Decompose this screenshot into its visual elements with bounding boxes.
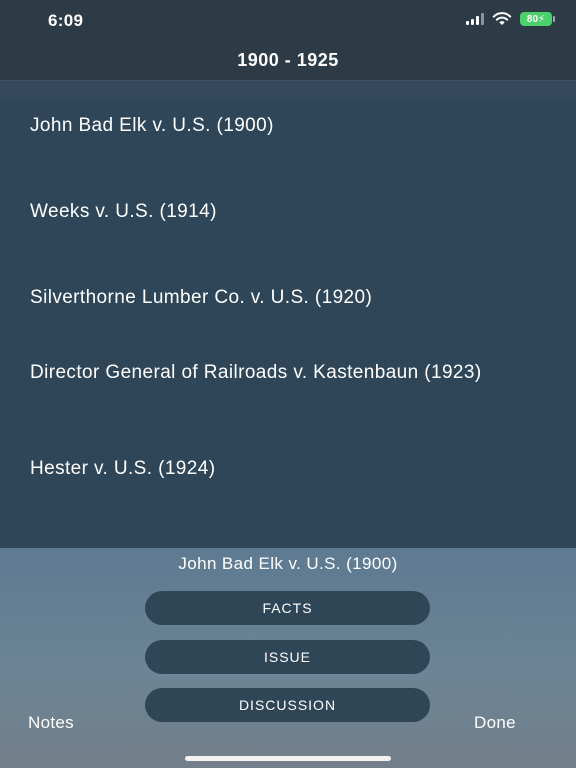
- list-item-case[interactable]: Silverthorne Lumber Co. v. U.S. (1920): [30, 288, 540, 308]
- status-bar: 6:09 80 ⚡: [0, 0, 576, 44]
- case-list-area: John Bad Elk v. U.S. (1900) Weeks v. U.S…: [0, 81, 576, 548]
- status-icons: 80 ⚡: [466, 12, 555, 26]
- status-time: 6:09: [48, 11, 84, 30]
- issue-button[interactable]: ISSUE: [145, 640, 430, 674]
- cellular-signal-icon: [466, 13, 484, 25]
- battery-charging-icon: 80 ⚡: [520, 12, 555, 26]
- wifi-icon: [492, 12, 512, 25]
- battery-level: 80: [526, 13, 539, 25]
- facts-button[interactable]: FACTS: [145, 591, 430, 625]
- list-item-case[interactable]: Director General of Railroads v. Kastenb…: [30, 363, 540, 383]
- page-title: 1900 - 1925: [237, 50, 339, 70]
- navigation-bar: 1900 - 1925: [0, 44, 576, 81]
- done-button[interactable]: Done: [474, 713, 516, 733]
- case-detail-panel: John Bad Elk v. U.S. (1900) FACTS ISSUE …: [0, 548, 576, 768]
- notes-button[interactable]: Notes: [28, 713, 74, 733]
- case-list[interactable]: John Bad Elk v. U.S. (1900) Weeks v. U.S…: [0, 101, 576, 548]
- discussion-button[interactable]: DISCUSSION: [145, 688, 430, 722]
- home-indicator[interactable]: [185, 756, 391, 761]
- list-item-case[interactable]: John Bad Elk v. U.S. (1900): [30, 116, 540, 136]
- list-item-case[interactable]: Weeks v. U.S. (1914): [30, 202, 540, 222]
- list-item-case[interactable]: Hester v. U.S. (1924): [30, 459, 540, 479]
- selected-case-title: John Bad Elk v. U.S. (1900): [178, 554, 398, 573]
